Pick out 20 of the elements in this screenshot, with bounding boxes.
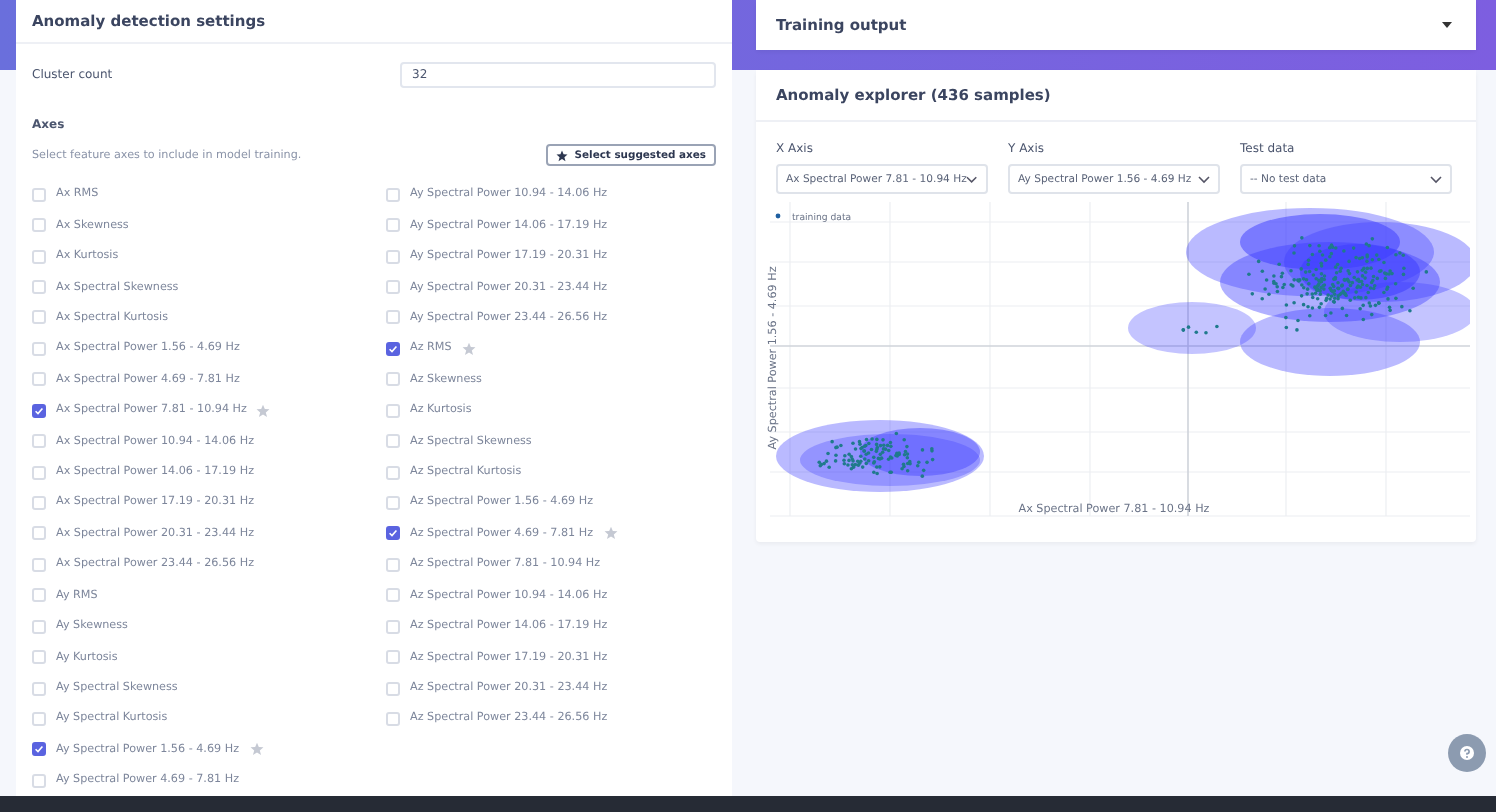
checkbox[interactable] xyxy=(32,742,46,757)
chevron-down-icon xyxy=(1430,175,1442,183)
star-icon xyxy=(249,742,264,757)
check-icon xyxy=(388,528,398,539)
caret-icon xyxy=(1442,22,1452,28)
chevron-down-icon xyxy=(1198,175,1210,183)
chevron-down-icon xyxy=(966,175,978,183)
help-icon xyxy=(1460,746,1474,760)
checkbox[interactable] xyxy=(386,526,400,541)
star-icon xyxy=(603,526,618,541)
help-button[interactable] xyxy=(1448,734,1486,772)
check-icon xyxy=(34,744,44,755)
star-icon xyxy=(556,149,569,162)
star-icon xyxy=(461,341,476,356)
legend-marker xyxy=(775,213,781,219)
checkbox[interactable] xyxy=(386,341,400,356)
star-icon xyxy=(256,403,271,418)
check-icon xyxy=(34,405,44,416)
checkbox[interactable] xyxy=(32,403,46,418)
check-icon xyxy=(388,343,398,354)
